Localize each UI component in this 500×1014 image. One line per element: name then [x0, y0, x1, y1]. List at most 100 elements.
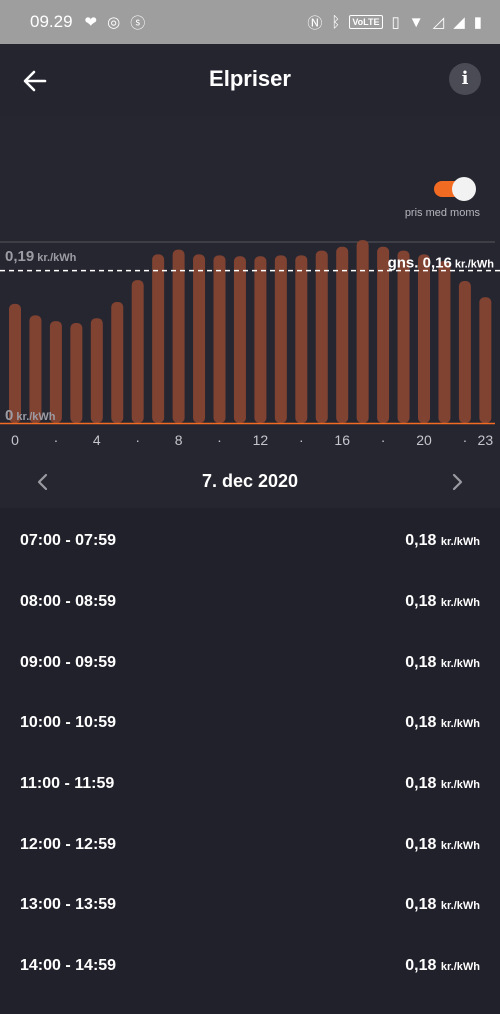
x-tick-label: 20	[416, 432, 432, 448]
bar-hour-12	[254, 256, 267, 423]
hourly-price-list: 07:00 - 07:59 0,18 kr./kWh 08:00 - 08:59 0,…	[0, 511, 500, 997]
bar-hour-8	[172, 249, 185, 423]
bar-hour-6	[131, 280, 144, 423]
x-tick-label: 12	[253, 432, 269, 448]
x-tick-label: ·	[463, 432, 468, 448]
average-prefix: gns.	[388, 255, 423, 272]
average-value: 0,16	[423, 255, 452, 272]
status-left-icons: ❤ ◎ ⓢ	[85, 12, 146, 33]
y-max-value: 0,19	[5, 248, 34, 265]
volte-icon: VoLTE	[349, 15, 383, 29]
battery-icon: ▮	[473, 14, 482, 31]
next-day-icon[interactable]	[445, 470, 469, 494]
date-label: 7. dec 2020	[201, 471, 299, 491]
vat-toggle[interactable]	[434, 176, 476, 202]
price-value: 0,18	[405, 532, 437, 550]
price-row: 13:00 - 13:59 0,18 kr./kWh	[0, 875, 500, 936]
price-row: 14:00 - 14:59 0,18 kr./kWh	[0, 936, 500, 997]
bluetooth-icon: ᛒ	[331, 13, 341, 31]
bar-hour-3	[70, 322, 83, 423]
price-value-group: 0,18 kr./kWh	[405, 957, 480, 975]
time-range: 12:00 - 12:59	[20, 835, 117, 853]
price-unit: kr./kWh	[440, 779, 480, 792]
price-row: 11:00 - 11:59 0,18 kr./kWh	[0, 754, 500, 815]
bar-hour-22	[458, 281, 471, 423]
bar-hour-1	[29, 315, 42, 423]
average-unit: kr./kWh	[452, 259, 494, 271]
x-tick-label: ·	[217, 432, 222, 448]
price-unit: kr./kWh	[440, 536, 480, 549]
price-row: 12:00 - 12:59 0,18 kr./kWh	[0, 814, 500, 875]
price-unit: kr./kWh	[440, 900, 480, 913]
info-button[interactable]: i	[449, 63, 481, 95]
bar-hour-11	[233, 256, 246, 423]
price-value: 0,18	[405, 957, 437, 975]
time-range: 10:00 - 10:59	[20, 714, 117, 732]
nfc-icon: Ⓝ	[307, 14, 323, 32]
y-min-unit: kr./kWh	[13, 411, 55, 423]
time-range: 09:00 - 09:59	[20, 653, 117, 671]
bar-hour-13	[274, 255, 287, 423]
x-tick-label: 16	[334, 432, 350, 448]
price-value-group: 0,18 kr./kWh	[405, 593, 480, 611]
price-value-group: 0,18 kr./kWh	[405, 714, 480, 732]
time-range: 11:00 - 11:59	[20, 775, 115, 793]
x-tick-label: 0	[11, 432, 19, 448]
bar-hour-10	[213, 255, 226, 423]
status-time: 09.29	[30, 12, 73, 31]
page-title: Elpriser	[209, 66, 291, 91]
bar-hour-14	[295, 255, 308, 423]
bar-hour-21	[438, 261, 451, 423]
price-value: 0,18	[405, 714, 437, 732]
bar-hour-17	[356, 240, 369, 423]
price-value: 0,18	[405, 896, 437, 914]
time-range: 07:00 - 07:59	[20, 532, 117, 550]
time-range: 13:00 - 13:59	[20, 896, 117, 914]
x-tick-label: ·	[135, 432, 140, 448]
chrome-icon: ◎	[107, 14, 121, 31]
price-chart: 0,19 kr./kWh0 kr./kWhgns. 0,16 kr./kWh0 ·…	[0, 240, 500, 448]
signal-off-icon: ◿	[432, 14, 445, 31]
bar-hour-19	[397, 250, 410, 423]
app-s-icon: ⓢ	[130, 14, 146, 32]
price-value: 0,18	[405, 653, 437, 671]
time-range: 14:00 - 14:59	[20, 957, 117, 975]
bar-hour-23	[479, 297, 492, 423]
signal-icon: ◢	[453, 14, 465, 31]
price-value-group: 0,18 kr./kWh	[405, 532, 480, 550]
x-tick-label: 4	[93, 432, 101, 448]
price-value-group: 0,18 kr./kWh	[405, 836, 480, 854]
price-row: 10:00 - 10:59 0,18 kr./kWh	[0, 693, 500, 754]
toggle-knob	[452, 177, 476, 201]
price-unit: kr./kWh	[440, 597, 480, 610]
price-unit: kr./kWh	[440, 657, 480, 670]
x-tick-label: ·	[299, 432, 304, 448]
price-value: 0,18	[405, 593, 437, 611]
bar-hour-16	[336, 246, 349, 423]
status-bar: 09.29 ❤ ◎ ⓢ Ⓝ ᛒ VoLTE ▯ ▼ ◿ ◢ ▮	[0, 0, 500, 44]
price-row: 09:00 - 09:59 0,18 kr./kWh	[0, 632, 500, 693]
x-tick-label: ·	[381, 432, 386, 448]
bar-hour-2	[49, 321, 62, 423]
bar-hour-4	[90, 318, 103, 423]
heart-pulse-icon: ❤	[84, 14, 98, 31]
x-tick-label: ·	[54, 432, 59, 448]
bar-hour-20	[418, 254, 430, 423]
price-unit: kr./kWh	[440, 961, 480, 974]
price-value-group: 0,18 kr./kWh	[405, 654, 480, 672]
wifi-icon: ▼	[408, 13, 424, 31]
time-range: 08:00 - 08:59	[20, 593, 117, 611]
status-right-icons: Ⓝ ᛒ VoLTE ▯ ▼ ◿ ◢ ▮	[307, 12, 482, 33]
y-max-unit: kr./kWh	[34, 252, 76, 264]
app-bar: Elpriser i	[0, 44, 500, 116]
bar-hour-15	[315, 250, 328, 423]
price-value-group: 0,18 kr./kWh	[405, 896, 480, 914]
price-value-group: 0,18 kr./kWh	[405, 775, 480, 793]
date-navigation: 7. dec 2020	[0, 460, 500, 508]
price-value: 0,18	[405, 775, 437, 793]
price-row: 07:00 - 07:59 0,18 kr./kWh	[0, 511, 500, 572]
price-unit: kr./kWh	[440, 839, 480, 852]
price-unit: kr./kWh	[440, 718, 480, 731]
bar-hour-7	[152, 254, 165, 423]
y-min-value: 0	[5, 407, 13, 424]
